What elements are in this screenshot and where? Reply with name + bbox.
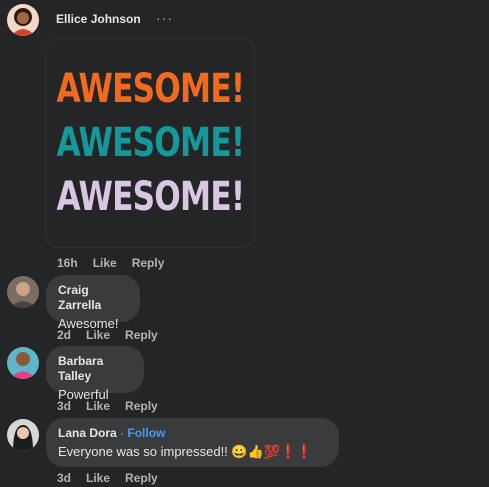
comment-author-2[interactable]: Barbara Talley	[58, 354, 132, 384]
comment-bubble-2: Barbara Talley Powerful	[46, 346, 144, 402]
comment-actions-2: 3d Like Reply	[57, 399, 173, 413]
avatar-lana-icon	[7, 419, 39, 451]
comment-timestamp-1[interactable]: 2d	[57, 328, 71, 342]
avatar-ellice[interactable]	[7, 4, 39, 36]
comment-bubble-1: Craig Zarrella Awesome!	[46, 275, 140, 331]
comment-reply-button-2[interactable]: Reply	[125, 399, 158, 413]
name-separator: ·	[120, 426, 125, 440]
comment-reply-button-1[interactable]: Reply	[125, 328, 158, 342]
comment-like-button-2[interactable]: Like	[86, 399, 110, 413]
comment-timestamp-2[interactable]: 3d	[57, 399, 71, 413]
comment-like-button-1[interactable]: Like	[86, 328, 110, 342]
comment-timestamp-3[interactable]: 3d	[57, 471, 71, 485]
comment-reply-button-3[interactable]: Reply	[125, 471, 158, 485]
comment-actions-1: 2d Like Reply	[57, 328, 173, 342]
post-actions: 16h Like Reply	[57, 256, 179, 270]
sticker-line-2: AWESOME!	[56, 120, 245, 166]
comment-like-button-3[interactable]: Like	[86, 471, 110, 485]
comment-author-3[interactable]: Lana Dora	[58, 426, 117, 440]
avatar-ellice-icon	[7, 4, 39, 36]
post-reply-button[interactable]: Reply	[132, 256, 165, 270]
comment-author-row-3: Lana Dora · Follow	[58, 426, 327, 441]
comment-author-1[interactable]: Craig Zarrella	[58, 283, 128, 313]
comment-text-3: Everyone was so impressed!! 😀👍💯❗❗	[58, 444, 313, 459]
avatar-barbara[interactable]	[7, 347, 39, 379]
sticker-line-1: AWESOME!	[56, 66, 245, 112]
avatar-lana[interactable]	[7, 419, 39, 451]
avatar-craig[interactable]	[7, 276, 39, 308]
comment-actions-3: 3d Like Reply	[57, 471, 173, 485]
post-like-button[interactable]: Like	[93, 256, 117, 270]
post-timestamp[interactable]: 16h	[57, 256, 78, 270]
comment-bubble-3: Lana Dora · Follow Everyone was so impre…	[46, 418, 339, 467]
sticker-line-3: AWESOME!	[56, 174, 245, 220]
follow-button[interactable]: Follow	[127, 426, 165, 440]
awesome-sticker[interactable]: AWESOME! AWESOME! AWESOME!	[45, 38, 255, 248]
avatar-barbara-icon	[7, 347, 39, 379]
comment-thread: Ellice Johnson ··· AWESOME! AWESOME! AWE…	[0, 0, 489, 487]
avatar-craig-icon	[7, 276, 39, 308]
post-author-name[interactable]: Ellice Johnson	[56, 12, 141, 27]
more-options-icon[interactable]: ···	[156, 10, 173, 26]
